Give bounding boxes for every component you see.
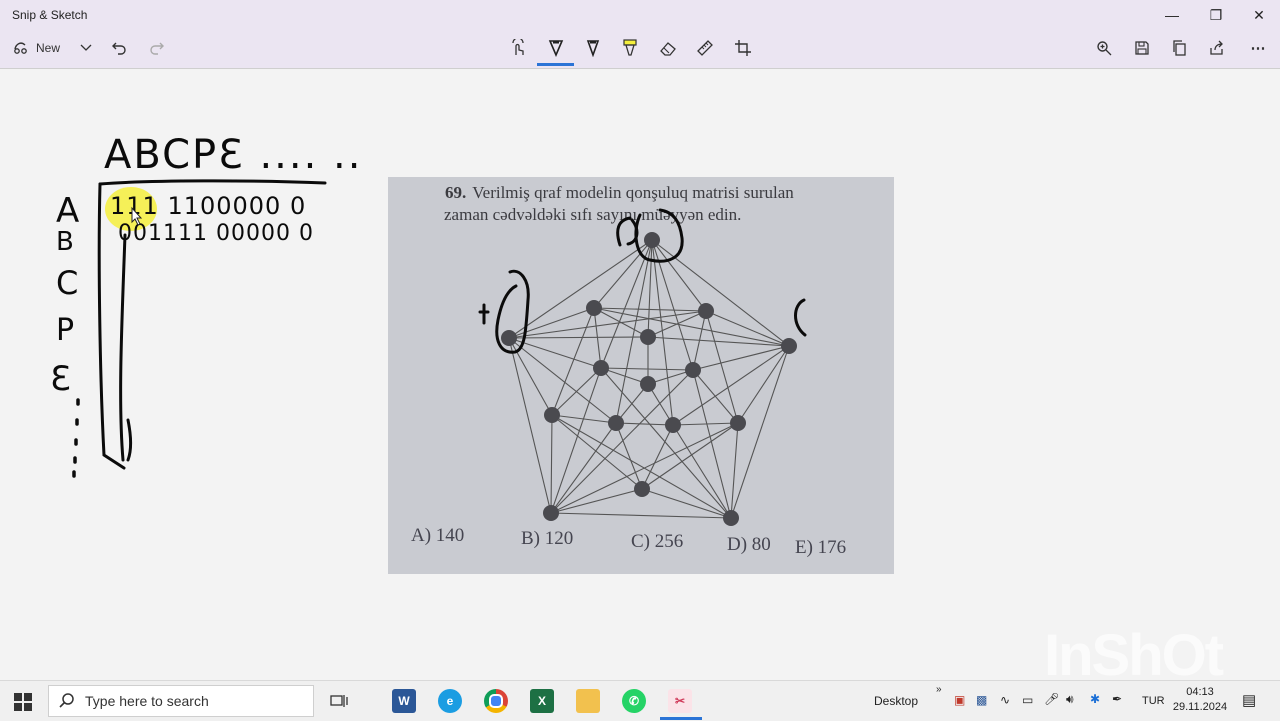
windows-taskbar: Type here to search W e X ✆ ✂ Desktop » … (0, 680, 1280, 721)
title-bar: Snip & Sketch — ❐ ✕ New ⋯ (0, 0, 1280, 68)
clock-date: 29.11.2024 (1172, 701, 1228, 713)
answer-b: B) 120 (521, 528, 574, 549)
search-placeholder: Type here to search (85, 693, 209, 709)
minimize-button[interactable]: — (1152, 4, 1192, 26)
app-title: Snip & Sketch (12, 8, 88, 22)
pencil-icon[interactable] (582, 36, 604, 60)
whatsapp-icon[interactable]: ✆ (622, 689, 646, 713)
answer-d: D) 80 (727, 534, 771, 555)
crop-icon[interactable] (732, 36, 754, 60)
edge-icon[interactable]: e (438, 689, 462, 713)
clock-time: 04:13 (1186, 686, 1214, 698)
wifi-icon[interactable]: ∿ (1000, 693, 1010, 707)
chrome-icon[interactable] (484, 689, 508, 713)
taskbar-search-input[interactable]: Type here to search (48, 685, 314, 717)
graph-figure (501, 232, 797, 526)
more-icon[interactable]: ⋯ (1247, 36, 1269, 60)
copy-icon[interactable] (1168, 36, 1190, 60)
answer-e: E) 176 (795, 537, 847, 558)
task-view-icon[interactable] (327, 689, 351, 713)
microphone-icon[interactable]: 🎤︎ (1044, 692, 1059, 706)
graph-nodes (501, 232, 797, 526)
bluetooth-icon[interactable]: ✱ (1090, 692, 1100, 706)
new-dropdown-chevron-icon[interactable] (76, 36, 96, 60)
touch-writing-icon[interactable] (507, 36, 529, 60)
answer-c: C) 256 (631, 531, 684, 552)
share-icon[interactable] (1206, 36, 1228, 60)
battery-icon[interactable]: ▭ (1022, 693, 1033, 707)
windows-logo-icon (14, 693, 32, 711)
redo-icon[interactable] (146, 36, 168, 60)
language-indicator[interactable]: TUR (1142, 695, 1165, 707)
system-clock[interactable]: 04:13 29.11.2024 (1170, 685, 1230, 715)
desktop-toolbar-label[interactable]: Desktop (874, 694, 918, 708)
question-photo: 69. Verilmiş qraf modelin qonşuluq matris… (388, 177, 894, 574)
word-icon[interactable]: W (392, 689, 416, 713)
close-button[interactable]: ✕ (1239, 4, 1279, 26)
file-explorer-icon[interactable] (576, 689, 600, 713)
eraser-icon[interactable] (657, 36, 679, 60)
inshot-watermark: InShOt (1044, 623, 1224, 688)
answer-a: A) 140 (411, 525, 465, 546)
zoom-icon[interactable] (1093, 36, 1115, 60)
restore-button[interactable]: ❐ (1196, 4, 1236, 26)
start-button[interactable] (14, 693, 32, 716)
ruler-icon[interactable] (694, 36, 716, 60)
tray-display-icon[interactable]: ▩ (976, 693, 987, 707)
volume-icon[interactable]: 🔊︎ (1066, 692, 1074, 707)
new-snip-label: New (36, 41, 61, 55)
toolbar-expand-chevron-icon[interactable]: » (936, 684, 942, 695)
snip-sketch-icon[interactable]: ✂ (668, 689, 692, 713)
search-icon (59, 692, 75, 711)
new-snip-icon (12, 38, 30, 59)
selected-tool-indicator (537, 63, 574, 66)
pen-input-icon[interactable]: ✒ (1112, 692, 1122, 706)
ballpoint-pen-icon[interactable] (545, 36, 567, 60)
undo-icon[interactable] (108, 36, 130, 60)
notifications-icon[interactable]: ▤ (1242, 691, 1256, 709)
highlighter-icon[interactable] (619, 36, 641, 60)
save-icon[interactable] (1131, 36, 1153, 60)
tray-app-icon[interactable]: ▣ (954, 693, 965, 707)
excel-icon[interactable]: X (530, 689, 554, 713)
